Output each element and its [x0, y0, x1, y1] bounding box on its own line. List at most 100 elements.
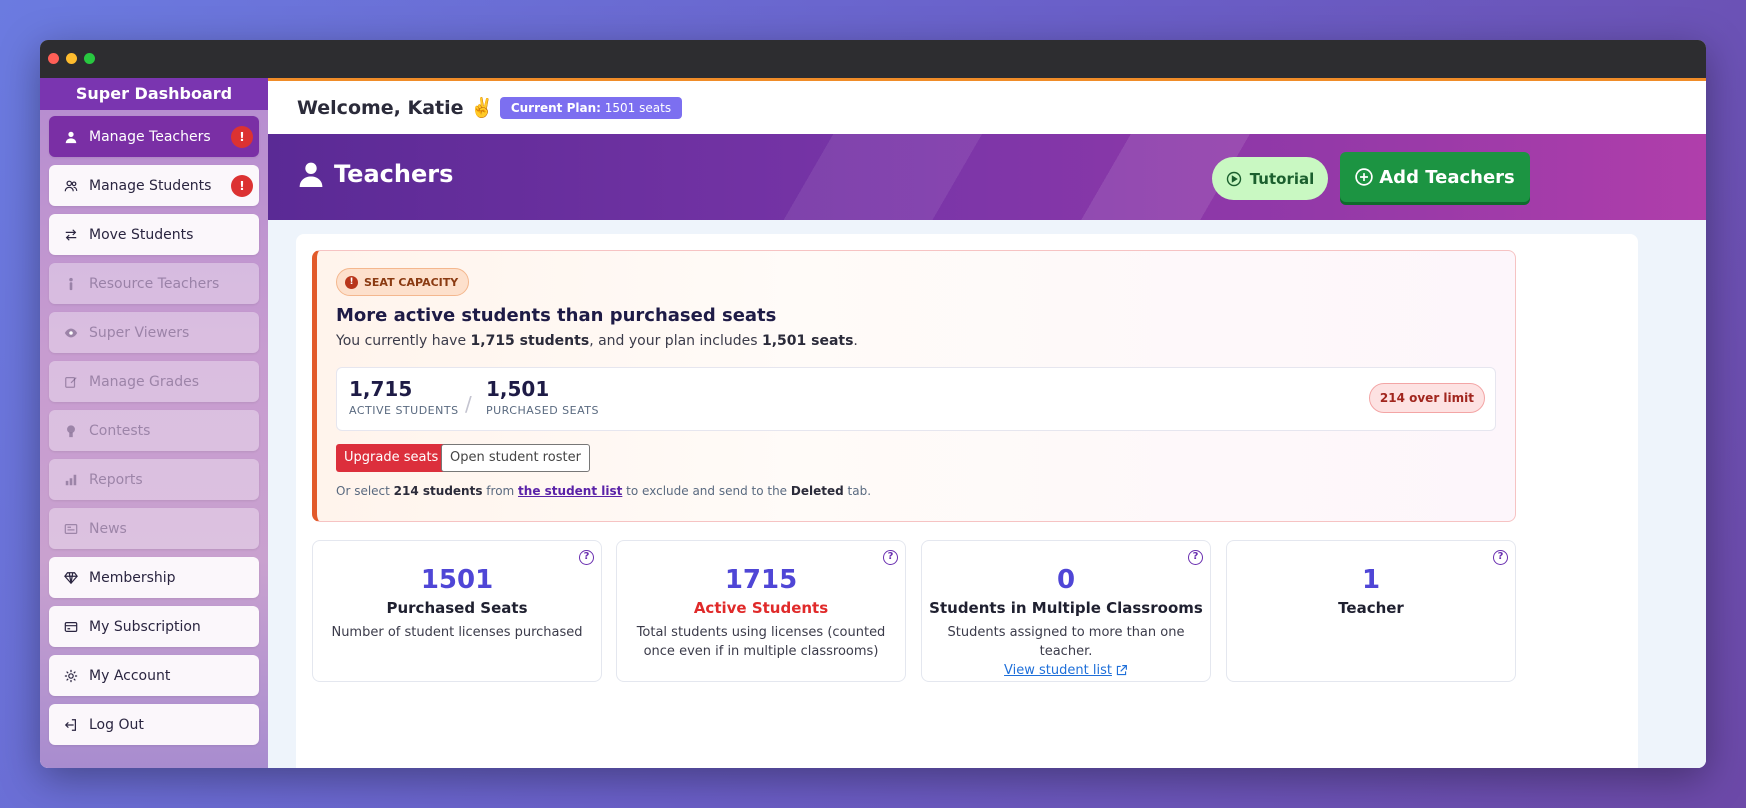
eye-icon — [63, 325, 79, 341]
sidebar: Super Dashboard Manage Teachers ! Manage… — [40, 78, 268, 768]
sidebar-item-label: Resource Teachers — [89, 275, 220, 292]
arrows-swap-icon — [63, 227, 79, 243]
sidebar-item-label: Manage Students — [89, 177, 212, 194]
alert-text-mid: , and your plan includes — [589, 333, 762, 349]
metric-value: 1715 — [724, 565, 798, 595]
sidebar-item-my-account[interactable]: My Account — [49, 655, 259, 696]
external-link-icon — [1116, 665, 1127, 676]
close-window-button[interactable] — [48, 53, 59, 64]
sidebar-item-label: Membership — [89, 569, 176, 586]
gear-icon — [63, 668, 79, 684]
sidebar-item-label: Reports — [89, 471, 143, 488]
content-card: ! SEAT CAPACITY More active students tha… — [296, 234, 1638, 768]
plan-label: Current Plan: — [510, 100, 601, 115]
foot-mid: to exclude and send to the — [622, 484, 791, 498]
current-plan-badge: Current Plan: 1501 seats — [499, 96, 683, 119]
metric-description: Number of student licenses purchased — [331, 625, 583, 640]
sidebar-item-label: Move Students — [89, 226, 194, 243]
metric-card-teacher: ? 1 Teacher — [1226, 540, 1516, 682]
open-student-roster-button[interactable]: Open student roster — [441, 444, 590, 472]
sidebar-item-membership[interactable]: Membership — [49, 557, 259, 598]
view-student-list-link[interactable]: View student list — [1004, 661, 1128, 680]
alert-seat-count: 1,501 seats — [761, 333, 854, 349]
metric-card-active-students: ? 1715 Active Students Total students us… — [616, 540, 906, 682]
plan-value: 1501 seats — [604, 100, 672, 115]
exclamation-icon: ! — [345, 275, 358, 289]
sidebar-item-news: News — [49, 508, 259, 549]
plus-circle-icon — [1355, 168, 1373, 186]
metric-title: Active Students — [693, 599, 829, 617]
award-icon — [63, 423, 79, 439]
credit-card-icon — [63, 619, 79, 635]
seat-capacity-tag: ! SEAT CAPACITY — [336, 268, 470, 296]
view-student-list-label: View student list — [1004, 663, 1112, 678]
sidebar-item-log-out[interactable]: Log Out — [49, 704, 259, 745]
sidebar-item-label: My Subscription — [89, 618, 201, 635]
foot-from: from — [482, 484, 519, 498]
alert-description: You currently have 1,715 students, and y… — [336, 333, 858, 349]
alert-heading: More active students than purchased seat… — [336, 305, 777, 326]
metric-description: Students assigned to more than one teach… — [936, 623, 1196, 680]
user-icon — [299, 162, 323, 187]
metric-title: Purchased Seats — [386, 599, 528, 617]
users-icon — [63, 178, 79, 194]
student-list-link[interactable]: the student list — [518, 484, 622, 498]
sidebar-item-manage-teachers[interactable]: Manage Teachers ! — [49, 116, 259, 157]
add-teachers-label: Add Teachers — [1379, 166, 1515, 188]
seat-capacity-tag-text: SEAT CAPACITY — [364, 275, 459, 289]
alert-badge: ! — [231, 126, 253, 148]
welcome-message: Welcome, Katie ✌️ — [297, 97, 494, 119]
alert-text-prefix: You currently have — [336, 333, 471, 349]
newspaper-icon — [63, 521, 79, 537]
metric-title: Teacher — [1338, 599, 1404, 617]
active-students-value: 1,715 — [349, 377, 413, 401]
sidebar-item-resource-teachers: Resource Teachers — [49, 263, 259, 304]
window-titlebar — [40, 40, 1706, 78]
maximize-window-button[interactable] — [84, 53, 95, 64]
help-icon[interactable]: ? — [579, 550, 594, 565]
page-title-text: Teachers — [334, 160, 454, 188]
sidebar-item-move-students[interactable]: Move Students — [49, 214, 259, 255]
foot-prefix: Or select — [336, 484, 394, 498]
sidebar-item-manage-students[interactable]: Manage Students ! — [49, 165, 259, 206]
tutorial-button[interactable]: Tutorial — [1212, 157, 1328, 200]
seat-capacity-alert: ! SEAT CAPACITY More active students tha… — [312, 250, 1516, 522]
over-limit-badge: 214 over limit — [1368, 383, 1485, 413]
logout-icon — [63, 717, 79, 733]
stat-separator: / — [465, 392, 472, 416]
sidebar-item-label: Super Viewers — [89, 324, 190, 341]
sidebar-item-my-subscription[interactable]: My Subscription — [49, 606, 259, 647]
tutorial-label: Tutorial — [1249, 169, 1315, 188]
upgrade-seats-button[interactable]: Upgrade seats — [336, 444, 447, 472]
person-icon — [63, 276, 79, 292]
help-icon[interactable]: ? — [1493, 550, 1508, 565]
sidebar-item-label: Manage Teachers — [89, 128, 211, 145]
help-icon[interactable]: ? — [1188, 550, 1203, 565]
sidebar-item-label: My Account — [89, 667, 171, 684]
active-students-label: ACTIVE STUDENTS — [349, 404, 459, 417]
minimize-window-button[interactable] — [66, 53, 77, 64]
foot-suffix: tab. — [843, 484, 872, 498]
alert-badge: ! — [231, 175, 253, 197]
sidebar-item-label: News — [89, 520, 127, 537]
metric-description: Total students using licenses (counted o… — [636, 625, 886, 659]
metric-description-text: Students assigned to more than one teach… — [947, 625, 1185, 659]
seat-stats-box: 1,715 ACTIVE STUDENTS / 1,501 PURCHASED … — [336, 367, 1496, 431]
diamond-icon — [63, 570, 79, 586]
metric-value: 0 — [1056, 565, 1076, 595]
metric-card-multiple-classrooms: ? 0 Students in Multiple Classrooms Stud… — [921, 540, 1211, 682]
help-icon[interactable]: ? — [883, 550, 898, 565]
page-header: Teachers Tutorial Add Teachers — [268, 134, 1706, 220]
browser-window: Super Dashboard Manage Teachers ! Manage… — [40, 40, 1706, 768]
bar-chart-icon — [63, 472, 79, 488]
add-teachers-button[interactable]: Add Teachers — [1340, 152, 1530, 202]
alert-student-count: 1,715 students — [470, 333, 590, 349]
metric-card-purchased-seats: ? 1501 Purchased Seats Number of student… — [312, 540, 602, 682]
play-circle-icon — [1226, 171, 1241, 186]
edit-icon — [63, 374, 79, 390]
sidebar-item-contests: Contests — [49, 410, 259, 451]
sidebar-item-reports: Reports — [49, 459, 259, 500]
sidebar-item-manage-grades: Manage Grades — [49, 361, 259, 402]
metric-value: 1 — [1361, 565, 1381, 595]
metric-value: 1501 — [420, 565, 494, 595]
